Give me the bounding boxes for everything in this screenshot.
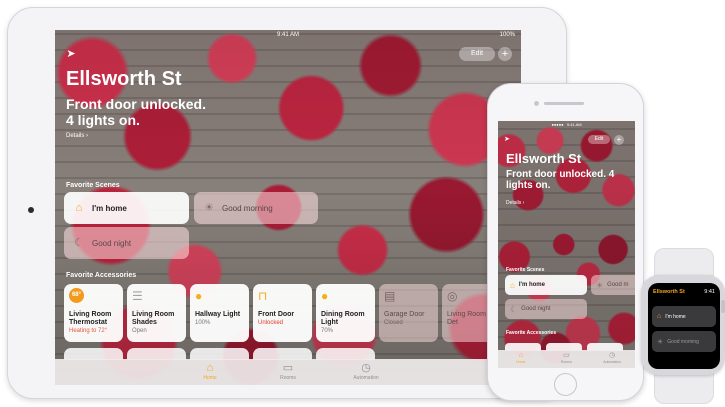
iphone-home-screen: ●●●●● 9:41 AM ➤ Edit + Ellsworth St Fron… [498,121,635,368]
ipad-camera [28,207,34,213]
edit-button[interactable]: Edit [459,47,495,61]
details-link[interactable]: Details › [66,133,88,139]
scene-good-morning[interactable]: ☀ Good m [591,275,635,295]
shades-icon: ☰ [132,289,143,303]
scene-im-home[interactable]: ⌂ I'm home [64,192,189,224]
iphone-home-button[interactable] [554,373,577,396]
tab-home[interactable]: ⌂ Home [186,359,234,385]
ipad-device: 9:41 AM 100% ➤ Edit + Ellsworth St Front… [7,7,567,399]
moon-house-icon: ☾ [74,237,84,249]
ipad-home-screen: 9:41 AM 100% ➤ Edit + Ellsworth St Front… [55,30,521,385]
favorite-scenes-heading: Favorite Scenes [506,267,545,273]
tab-bar: ⌂ Home ▭ Rooms ◷ Automation [55,359,521,385]
house-icon: ⌂ [206,362,214,374]
scene-im-home[interactable]: ⌂ I'm home [505,275,587,295]
clock-icon: ◷ [361,362,371,374]
lightbulb-icon: ● [321,289,329,303]
rooms-icon: ▭ [563,352,570,359]
sunrise-icon: ☀ [596,280,604,290]
garage-icon: ▤ [384,289,396,303]
accessory-living-room-shades[interactable]: ☰ Living Room Shades Open [127,284,186,342]
sunrise-icon: ☀ [657,338,664,346]
location-arrow-icon[interactable]: ➤ [64,47,78,61]
clock-icon: ◷ [609,352,616,359]
tab-rooms[interactable]: ▭ Rooms [264,359,312,385]
accessory-hallway-light[interactable]: ● Hallway Light 100% [190,284,249,342]
house-person-icon: ⌂ [657,313,662,320]
iphone-device: ●●●●● 9:41 AM ➤ Edit + Ellsworth St Fron… [487,83,644,401]
lock-open-icon: ⊓ [258,289,268,303]
iphone-status-bar: ●●●●● 9:41 AM [551,122,582,127]
status-battery: 100% [499,32,515,38]
scene-good-night[interactable]: ☾ Good night [505,299,587,319]
status-bar: 9:41 AM 100% [55,30,521,40]
sunrise-icon: ☀ [204,202,214,214]
accessory-front-door[interactable]: ⊓ Front Door Unlocked [253,284,312,342]
watch-band-bottom [654,372,714,404]
watch-home-screen: Ellsworth St 9:41 ⌂ I'm home ☀ Good morn… [648,283,720,369]
tab-bar: ⌂ Home ▭ Rooms ◷ Automation [498,350,635,368]
scene-good-night[interactable]: ☾ Good night [64,227,189,259]
tab-home[interactable]: ⌂ Home [503,350,539,368]
house-person-icon: ⌂ [75,202,83,214]
favorite-accessories-heading: Favorite Accessories [506,330,557,336]
home-status-summary: Front door unlocked. 4 lights on. [66,96,206,128]
add-button[interactable]: + [498,47,512,61]
favorite-accessories-heading: Favorite Accessories [66,272,137,279]
house-icon: ⌂ [518,352,523,359]
rooms-icon: ▭ [282,362,294,374]
home-status-summary: Front door unlocked. 4 lights on. [506,169,615,191]
favorite-scenes-heading: Favorite Scenes [66,182,120,189]
house-person-icon: ⌂ [510,280,515,290]
add-button[interactable]: + [614,135,624,145]
edit-button[interactable]: Edit [588,135,610,144]
tab-automation[interactable]: ◷ Automation [594,350,630,368]
thermostat-icon: 68° [69,288,84,303]
accessory-living-room-thermostat[interactable]: 68° Living Room Thermostat Heating to 72… [64,284,123,342]
location-arrow-icon[interactable]: ➤ [504,135,510,143]
watch-scene-im-home[interactable]: ⌂ I'm home [652,306,716,327]
watch-digital-crown[interactable] [721,300,725,313]
home-title: Ellsworth St [66,68,182,90]
watch-band-top [654,248,714,276]
tab-automation[interactable]: ◷ Automation [342,359,390,385]
tab-rooms[interactable]: ▭ Rooms [548,350,584,368]
accessory-dining-room-light[interactable]: ● Dining Room Light 70% [316,284,375,342]
home-title: Ellsworth St [506,151,582,166]
status-time: 9:41 AM [276,32,299,38]
watch-home-title: Ellsworth St [653,289,685,295]
lightbulb-icon: ● [195,289,203,303]
watch-time: 9:41 [704,289,715,295]
iphone-speaker [544,102,584,105]
watch-scene-good-morning[interactable]: ☀ Good morning [652,331,716,352]
details-link[interactable]: Details › [506,200,524,206]
iphone-camera [534,101,539,106]
scene-good-morning[interactable]: ☀ Good morning [194,192,318,224]
accessory-garage-door[interactable]: ▤ Garage Door Closed [379,284,438,342]
moon-house-icon: ☾ [510,304,518,314]
